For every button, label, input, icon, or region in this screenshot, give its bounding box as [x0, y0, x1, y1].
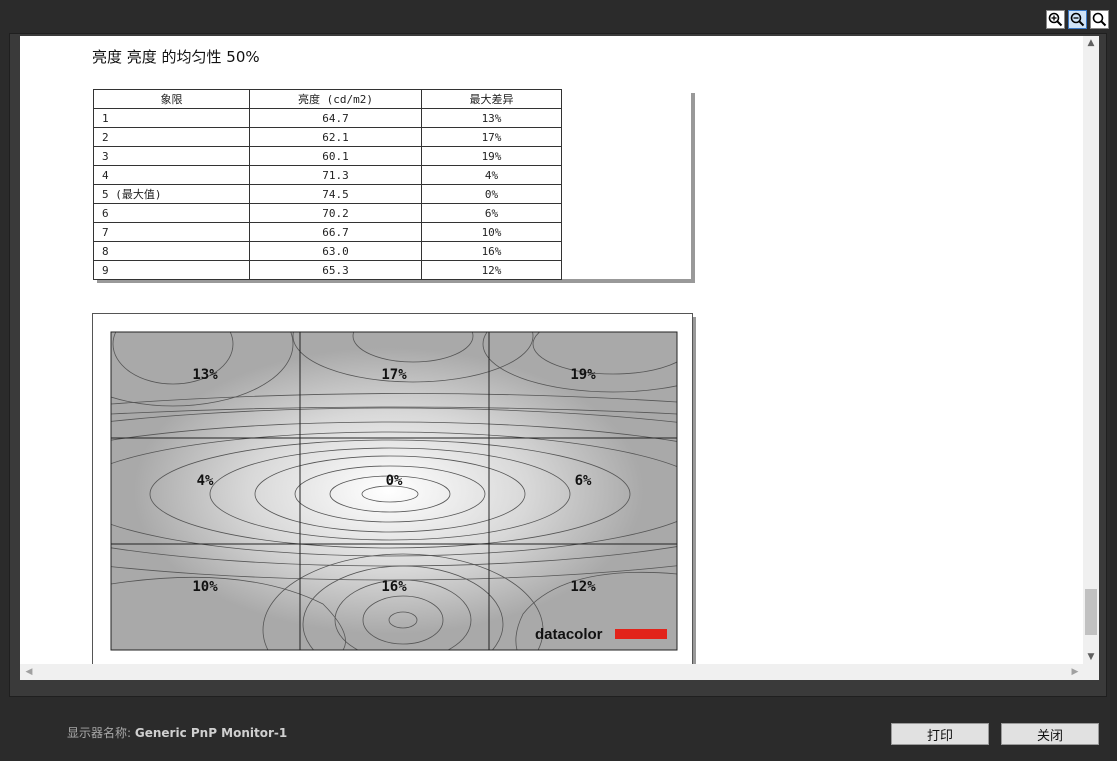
- diff-cell: 16%: [421, 241, 562, 261]
- luminance-cell: 70.2: [249, 203, 422, 223]
- monitor-label: 显示器名称:: [67, 726, 132, 740]
- zoom-fit-button[interactable]: [1090, 10, 1109, 29]
- luminance-cell: 74.5: [249, 184, 422, 204]
- cell-label: 0%: [386, 473, 403, 489]
- luminance-cell: 65.3: [249, 260, 422, 280]
- scroll-up-icon[interactable]: ▲: [1083, 36, 1099, 50]
- vertical-scroll-thumb[interactable]: [1085, 589, 1097, 635]
- report-title: 亮度 亮度 的均匀性 50%: [92, 48, 260, 66]
- cell-label: 13%: [192, 367, 218, 383]
- zoom-in-button[interactable]: [1046, 10, 1065, 29]
- uniformity-table: 象限 亮度 (cd/m2) 最大差异 1 64.7 13% 2 62.1 17% 3 60…: [93, 89, 562, 280]
- region-cell: 6: [93, 203, 250, 223]
- luminance-cell: 66.7: [249, 222, 422, 242]
- region-cell: 4: [93, 165, 250, 185]
- table-row: 3 60.1 19%: [93, 146, 562, 166]
- table-row: 2 62.1 17%: [93, 127, 562, 147]
- region-cell: 8: [93, 241, 250, 261]
- region-cell: 1: [93, 108, 250, 128]
- cell-label: 16%: [381, 579, 407, 595]
- region-cell: 7: [93, 222, 250, 242]
- diff-cell: 6%: [421, 203, 562, 223]
- horizontal-scrollbar[interactable]: ◀ ▶: [20, 664, 1099, 680]
- vertical-scrollbar[interactable]: ▲ ▼: [1083, 36, 1099, 664]
- table-row: 7 66.7 10%: [93, 222, 562, 242]
- table-row: 8 63.0 16%: [93, 241, 562, 261]
- monitor-name: Generic PnP Monitor-1: [134, 726, 288, 740]
- diff-cell: 10%: [421, 222, 562, 242]
- table-row: 5 (最大值) 74.5 0%: [93, 184, 562, 204]
- diff-cell: 4%: [421, 165, 562, 185]
- diff-cell: 0%: [421, 184, 562, 204]
- diff-cell: 13%: [421, 108, 562, 128]
- contour-plot: 13% 17% 19% 4% 0% 6% 10% 16% 12% datacol…: [110, 331, 678, 651]
- scroll-left-icon[interactable]: ◀: [22, 664, 36, 680]
- report-page: 亮度 亮度 的均匀性 50% 象限 亮度 (cd/m2) 最大差异 1 64.7 1…: [20, 36, 1083, 664]
- luminance-cell: 71.3: [249, 165, 422, 185]
- logo-bar: [615, 629, 667, 639]
- zoom-out-icon: [1070, 12, 1085, 27]
- logo-text: datacolor: [535, 626, 603, 643]
- cell-label: 10%: [192, 579, 218, 595]
- table-row: 6 70.2 6%: [93, 203, 562, 223]
- cell-label: 17%: [381, 367, 407, 383]
- uniformity-contour-chart: 13% 17% 19% 4% 0% 6% 10% 16% 12% datacol…: [92, 313, 693, 664]
- header-region: 象限: [93, 89, 250, 109]
- region-cell: 2: [93, 127, 250, 147]
- scroll-right-icon[interactable]: ▶: [1068, 664, 1082, 680]
- diff-cell: 17%: [421, 127, 562, 147]
- zoom-out-button[interactable]: [1068, 10, 1087, 29]
- uniformity-table-card: 象限 亮度 (cd/m2) 最大差异 1 64.7 13% 2 62.1 17% 3 60…: [93, 89, 691, 280]
- luminance-cell: 62.1: [249, 127, 422, 147]
- zoom-fit-icon: [1092, 12, 1107, 27]
- header-luminance: 亮度 (cd/m2): [249, 89, 422, 109]
- close-button[interactable]: 关闭: [1001, 723, 1099, 745]
- cell-label: 12%: [570, 579, 596, 595]
- table-row: 4 71.3 4%: [93, 165, 562, 185]
- region-cell: 3: [93, 146, 250, 166]
- zoom-in-icon: [1048, 12, 1063, 27]
- diff-cell: 19%: [421, 146, 562, 166]
- table-row: 9 65.3 12%: [93, 260, 562, 280]
- cell-label: 4%: [197, 473, 214, 489]
- print-button[interactable]: 打印: [891, 723, 989, 745]
- luminance-cell: 60.1: [249, 146, 422, 166]
- table-header-row: 象限 亮度 (cd/m2) 最大差异: [93, 89, 562, 109]
- diff-cell: 12%: [421, 260, 562, 280]
- cell-label: 19%: [570, 367, 596, 383]
- cell-label: 6%: [575, 473, 592, 489]
- table-row: 1 64.7 13%: [93, 108, 562, 128]
- luminance-cell: 64.7: [249, 108, 422, 128]
- luminance-cell: 63.0: [249, 241, 422, 261]
- monitor-info: 显示器名称: Generic PnP Monitor-1: [67, 724, 287, 741]
- header-max-diff: 最大差异: [421, 89, 562, 109]
- zoom-toolbar: [1046, 10, 1109, 29]
- region-cell: 5 (最大值): [93, 184, 250, 204]
- scroll-down-icon[interactable]: ▼: [1083, 650, 1099, 664]
- region-cell: 9: [93, 260, 250, 280]
